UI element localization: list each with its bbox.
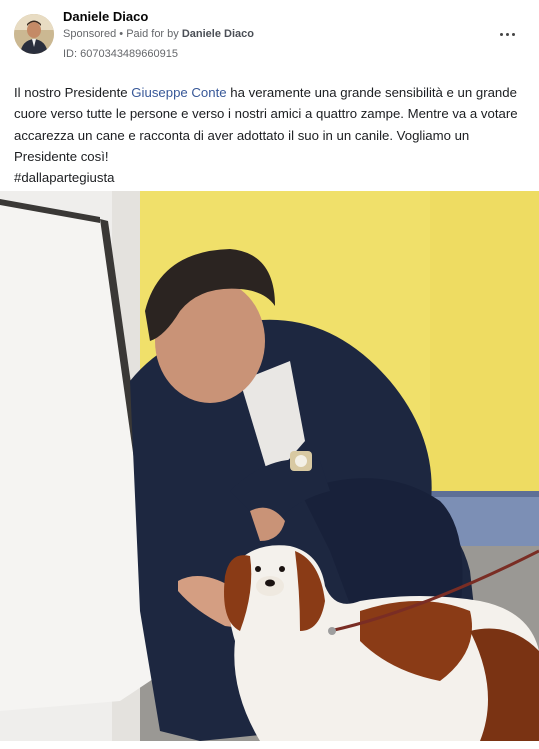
sponsored-line: Sponsored • Paid for by Daniele Diaco [63,28,254,40]
post-text-part1: Il nostro Presidente [14,85,132,100]
post-text: Il nostro Presidente Giuseppe Conte ha v… [14,82,529,188]
paid-for-prefix: Paid for by [126,28,182,40]
ad-card: Daniele Diaco Sponsored • Paid for by Da… [0,0,539,749]
paid-for-name: Daniele Diaco [181,28,254,40]
hashtag[interactable]: #dallapartegiusta [14,167,529,188]
page-name[interactable]: Daniele Diaco [63,9,148,24]
page-avatar[interactable] [14,14,54,54]
card-bottom-padding [0,741,539,749]
ad-id: ID: 6070343489660915 [63,48,178,60]
mention-link[interactable]: Giuseppe Conte [131,85,226,100]
sponsored-label: Sponsored [63,28,117,40]
ellipsis-icon[interactable] [495,22,519,46]
meta-separator: • [116,28,127,40]
post-image[interactable] [0,191,539,741]
photo-illustration [0,191,539,741]
avatar-image [14,14,54,54]
post-header: Daniele Diaco Sponsored • Paid for by Da… [0,0,539,72]
